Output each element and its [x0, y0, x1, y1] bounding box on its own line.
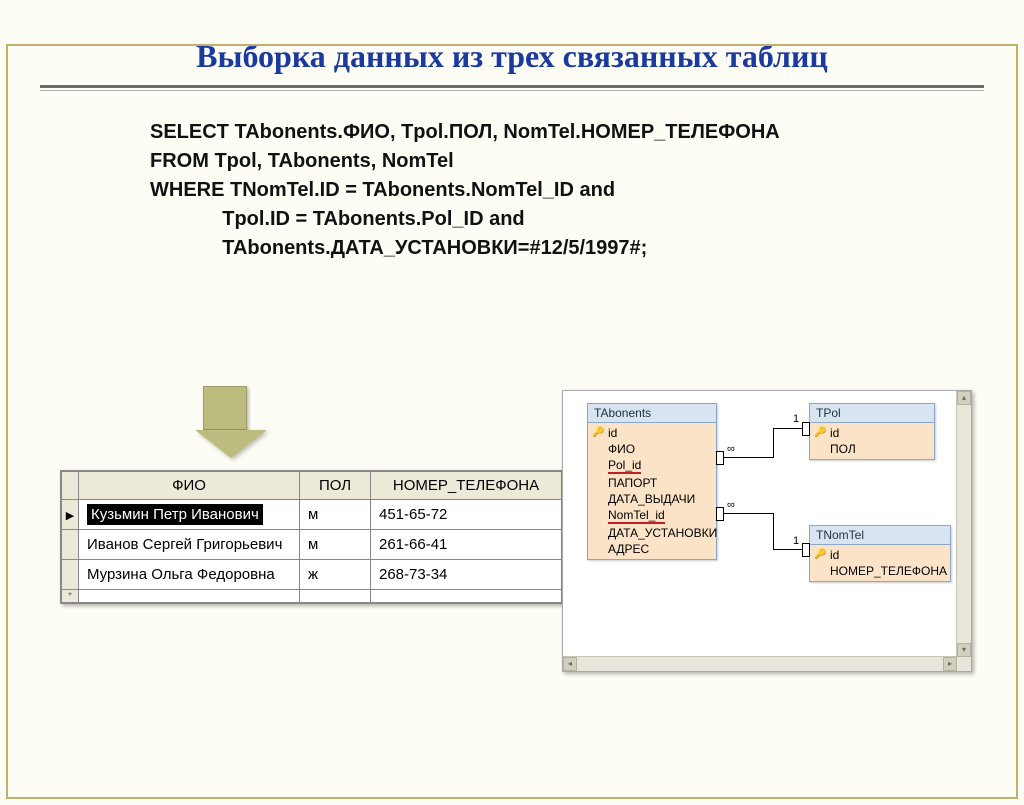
col-header[interactable]: ПОЛ — [300, 472, 371, 500]
scroll-up-button[interactable]: ▴ — [957, 391, 971, 405]
table-box-tpol[interactable]: TPol 🔑id ПОЛ — [809, 403, 935, 460]
key-icon: 🔑 — [814, 549, 826, 560]
field-row[interactable]: NomTel_id — [588, 507, 716, 525]
table-title[interactable]: TAbonents — [588, 404, 716, 423]
table-row[interactable]: Иванов Сергей Григорьевич м 261-66-41 — [62, 530, 562, 560]
join-endpoint — [716, 451, 724, 465]
cell-tel[interactable]: 268-73-34 — [371, 560, 562, 590]
table-box-tabonents[interactable]: TAbonents 🔑id ФИО Pol_id ПАПОРТ ДАТА_ВЫД… — [587, 403, 717, 560]
row-selector[interactable] — [62, 530, 79, 560]
table-header-row: ФИО ПОЛ НОМЕР_ТЕЛЕФОНА — [62, 472, 562, 500]
current-row-icon: ▶ — [66, 510, 74, 522]
field-row[interactable]: 🔑id — [810, 425, 934, 441]
cardinality-many: ∞ — [727, 499, 735, 511]
field-row[interactable]: ДАТА_УСТАНОВКИ — [588, 525, 716, 541]
cell-pol[interactable]: ж — [300, 560, 371, 590]
cell-pol[interactable]: м — [300, 530, 371, 560]
join-line — [723, 513, 773, 514]
table-title[interactable]: TNomTel — [810, 526, 950, 545]
cell-fio[interactable]: Иванов Сергей Григорьевич — [79, 530, 300, 560]
result-datasheet: ФИО ПОЛ НОМЕР_ТЕЛЕФОНА ▶ Кузьмин Петр Ив… — [60, 470, 563, 604]
join-endpoint — [802, 422, 810, 436]
join-line — [723, 457, 773, 458]
field-row[interactable]: ПАПОРТ — [588, 475, 716, 491]
join-endpoint — [802, 543, 810, 557]
col-header[interactable]: ФИО — [79, 472, 300, 500]
col-header[interactable]: НОМЕР_ТЕЛЕФОНА — [371, 472, 562, 500]
row-selector[interactable]: * — [62, 590, 79, 603]
cell-fio[interactable]: Кузьмин Петр Иванович — [79, 500, 300, 530]
row-selector[interactable]: ▶ — [62, 500, 79, 530]
scroll-down-button[interactable]: ▾ — [957, 643, 971, 657]
field-row[interactable]: Pol_id — [588, 457, 716, 475]
relations-diagram[interactable]: TAbonents 🔑id ФИО Pol_id ПАПОРТ ДАТА_ВЫД… — [562, 390, 972, 672]
key-icon: 🔑 — [814, 427, 826, 438]
table-box-tnomtel[interactable]: TNomTel 🔑id НОМЕР_ТЕЛЕФОНА — [809, 525, 951, 582]
field-row[interactable]: 🔑id — [810, 547, 950, 563]
field-row[interactable]: ДАТА_ВЫДАЧИ — [588, 491, 716, 507]
down-arrow-icon — [195, 386, 255, 462]
join-line — [773, 428, 774, 458]
key-icon: 🔑 — [592, 427, 604, 438]
divider-line — [40, 85, 984, 88]
cardinality-many: ∞ — [727, 443, 735, 455]
table-row[interactable]: Мурзина Ольга Федоровна ж 268-73-34 — [62, 560, 562, 590]
join-endpoint — [716, 507, 724, 521]
table-row[interactable]: ▶ Кузьмин Петр Иванович м 451-65-72 — [62, 500, 562, 530]
join-line — [773, 549, 803, 550]
field-row[interactable]: 🔑id — [588, 425, 716, 441]
cell-tel[interactable]: 451-65-72 — [371, 500, 562, 530]
cardinality-one: 1 — [793, 413, 799, 425]
cell-pol[interactable]: м — [300, 500, 371, 530]
vertical-scrollbar[interactable]: ▴ ▾ — [956, 391, 971, 671]
table-title[interactable]: TPol — [810, 404, 934, 423]
field-row[interactable]: ПОЛ — [810, 441, 934, 457]
join-line — [773, 513, 774, 549]
horizontal-scrollbar[interactable]: ◂ ▸ — [563, 656, 957, 671]
table-row-new[interactable]: * — [62, 590, 562, 603]
cell-fio[interactable]: Мурзина Ольга Федоровна — [79, 560, 300, 590]
field-row[interactable]: АДРЕС — [588, 541, 716, 557]
cardinality-one: 1 — [793, 535, 799, 547]
scroll-left-button[interactable]: ◂ — [563, 657, 577, 671]
field-row[interactable]: НОМЕР_ТЕЛЕФОНА — [810, 563, 950, 579]
row-selector-header[interactable] — [62, 472, 79, 500]
scroll-right-button[interactable]: ▸ — [943, 657, 957, 671]
row-selector[interactable] — [62, 560, 79, 590]
cell-tel[interactable]: 261-66-41 — [371, 530, 562, 560]
join-line — [773, 428, 803, 429]
field-row[interactable]: ФИО — [588, 441, 716, 457]
